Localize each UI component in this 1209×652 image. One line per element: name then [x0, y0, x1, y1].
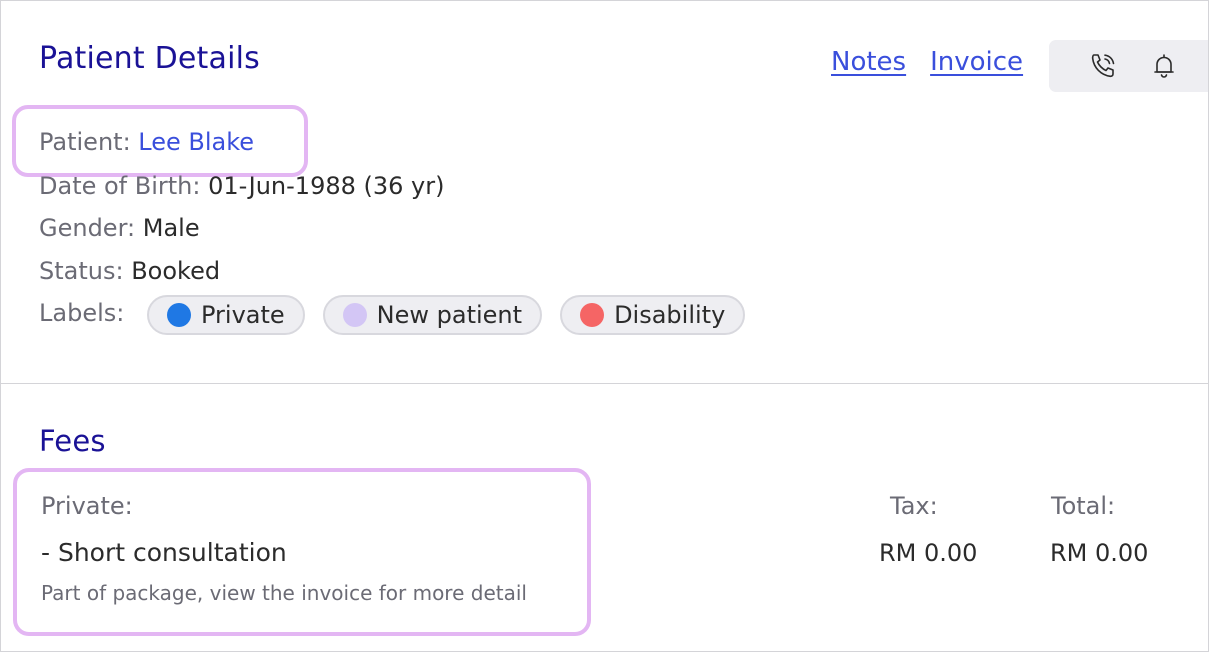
gender-label: Gender:	[39, 214, 136, 242]
labels-label: Labels:	[39, 299, 125, 327]
label-chip-text: Disability	[614, 301, 726, 329]
status-label: Status:	[39, 257, 124, 285]
status-row: Status: Booked	[39, 256, 220, 286]
tax-label: Tax:	[890, 492, 938, 520]
phone-icon[interactable]	[1088, 51, 1118, 81]
patient-details-title: Patient Details	[39, 41, 260, 76]
fee-category-label: Private:	[41, 492, 133, 520]
dob-label: Date of Birth:	[39, 172, 201, 200]
label-chips: Private New patient Disability	[147, 295, 746, 335]
label-chip-private[interactable]: Private	[147, 295, 305, 335]
gender-value: Male	[142, 214, 200, 242]
patient-details-section: Patient Details Notes Invoice Patient: L…	[1, 1, 1208, 383]
disability-color-dot	[580, 303, 605, 327]
patient-label: Patient:	[39, 128, 131, 156]
total-value: RM 0.00	[1050, 539, 1149, 567]
fee-item-name: - Short consultation	[41, 538, 287, 567]
status-value: Booked	[131, 257, 221, 285]
label-chip-text: Private	[201, 301, 285, 329]
invoice-link[interactable]: Invoice	[930, 47, 1023, 77]
patient-panel: Patient Details Notes Invoice Patient: L…	[0, 0, 1209, 652]
fees-section: Fees Private: - Short consultation Part …	[1, 384, 1208, 651]
patient-name-link[interactable]: Lee Blake	[138, 128, 254, 156]
tax-value: RM 0.00	[879, 539, 978, 567]
gender-row: Gender: Male	[39, 213, 200, 243]
private-color-dot	[167, 303, 191, 327]
notes-link[interactable]: Notes	[831, 47, 906, 77]
header-links: Notes Invoice	[831, 47, 1023, 77]
label-chip-disability[interactable]: Disability	[560, 295, 746, 335]
patient-row: Patient: Lee Blake	[39, 127, 254, 157]
fees-title: Fees	[39, 424, 106, 458]
dob-row: Date of Birth: 01-Jun-1988 (36 yr)	[39, 171, 444, 201]
label-chip-new-patient[interactable]: New patient	[322, 295, 543, 335]
bell-icon[interactable]	[1149, 51, 1179, 81]
total-label: Total:	[1051, 492, 1116, 520]
labels-row: Labels:	[39, 298, 124, 328]
fee-item-note: Part of package, view the invoice for mo…	[41, 581, 527, 605]
new-patient-color-dot	[342, 303, 367, 327]
dob-value: 01-Jun-1988 (36 yr)	[208, 172, 445, 200]
label-chip-text: New patient	[376, 301, 523, 329]
action-toolbar	[1049, 40, 1208, 92]
